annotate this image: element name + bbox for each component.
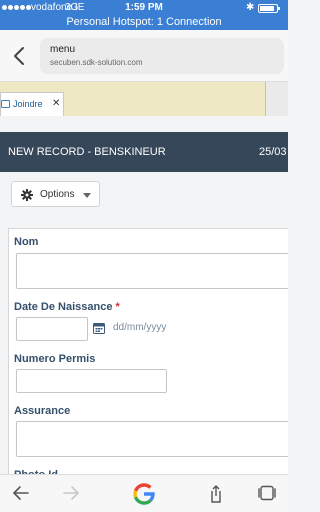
options-button[interactable]: Options bbox=[11, 181, 100, 207]
record-form: Nom Date De Naissance * dd/mm/yyyy Numero… bbox=[8, 228, 288, 498]
page-title: menu bbox=[50, 44, 76, 55]
screen: vodafone IE 3G 1:59 PM ✱ Personal Hotspo… bbox=[0, 0, 288, 512]
window-icon bbox=[1, 100, 10, 108]
chevron-left-icon[interactable] bbox=[12, 46, 26, 66]
tabs-icon[interactable] bbox=[258, 485, 276, 501]
battery-icon bbox=[258, 4, 280, 13]
tab-label: Joindre bbox=[13, 99, 43, 109]
page-host: secuben.sdk-solution.com bbox=[50, 58, 143, 67]
record-title: NEW RECORD - BENSKINEUR bbox=[8, 146, 166, 158]
dob-input[interactable] bbox=[16, 317, 88, 341]
record-date: 25/03 bbox=[259, 146, 287, 158]
arrow-left-icon[interactable] bbox=[12, 485, 30, 501]
assurance-label: Assurance bbox=[14, 405, 70, 417]
status-bar: vodafone IE 3G 1:59 PM ✱ Personal Hotspo… bbox=[0, 0, 288, 30]
dob-placeholder: dd/mm/yyyy bbox=[113, 322, 167, 333]
permis-input[interactable] bbox=[16, 369, 167, 393]
chevron-down-icon bbox=[83, 193, 91, 198]
nom-label: Nom bbox=[14, 236, 38, 248]
hotspot-banner[interactable]: Personal Hotspot: 1 Connection bbox=[0, 15, 288, 29]
tab-joindre[interactable]: Joindre ✕ bbox=[0, 92, 64, 116]
battery-level bbox=[260, 6, 274, 11]
assurance-input[interactable] bbox=[16, 421, 288, 457]
browser-address-area: menu secuben.sdk-solution.com bbox=[0, 30, 288, 82]
permis-label-text: Numero Permis bbox=[14, 353, 96, 365]
nom-input[interactable] bbox=[16, 253, 288, 289]
bluetooth-icon: ✱ bbox=[246, 2, 255, 13]
gear-icon bbox=[21, 189, 33, 201]
share-icon[interactable] bbox=[208, 485, 224, 503]
nom-label-text: Nom bbox=[14, 236, 39, 248]
browser-toolbar bbox=[0, 474, 288, 512]
tab-strip: Joindre ✕ bbox=[0, 82, 288, 116]
record-header: NEW RECORD - BENSKINEUR 25/03 bbox=[0, 132, 288, 172]
assurance-label-text: Assurance bbox=[14, 405, 71, 417]
google-logo[interactable] bbox=[132, 482, 156, 506]
address-bar[interactable]: menu secuben.sdk-solution.com bbox=[40, 38, 284, 74]
dob-label-text: Date De Naissance bbox=[14, 301, 113, 313]
clock: 1:59 PM bbox=[125, 2, 163, 13]
close-icon[interactable]: ✕ bbox=[52, 98, 60, 109]
dob-label: Date De Naissance * bbox=[14, 301, 120, 313]
calendar-icon[interactable] bbox=[93, 322, 105, 334]
permis-label: Numero Permis bbox=[14, 353, 95, 365]
options-label: Options bbox=[40, 189, 75, 200]
required-marker: * bbox=[115, 301, 120, 313]
arrow-right-icon[interactable] bbox=[62, 485, 80, 501]
